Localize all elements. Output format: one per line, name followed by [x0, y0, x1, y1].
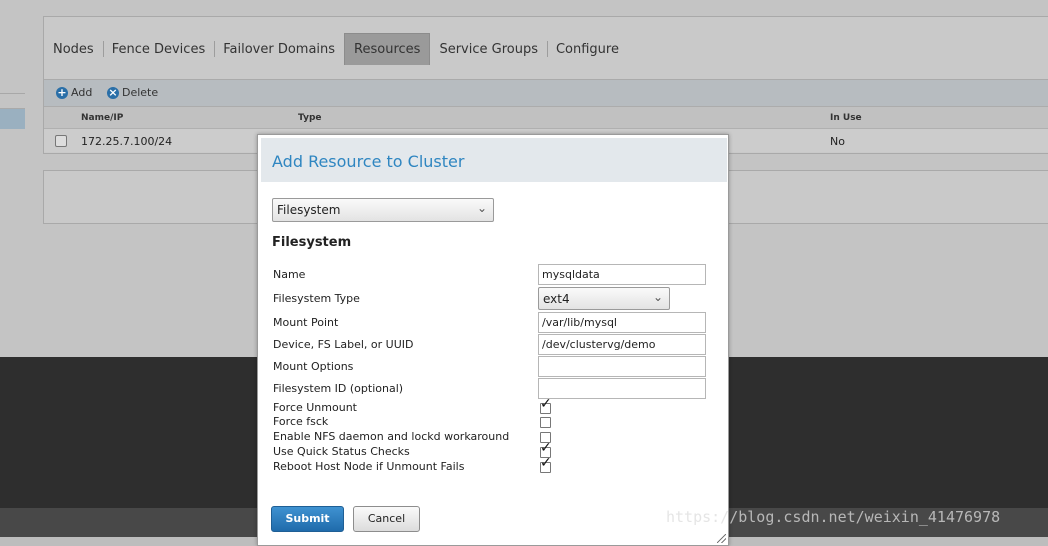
quick-status-label: Use Quick Status Checks — [273, 445, 410, 458]
fs-id-input[interactable] — [538, 378, 706, 399]
force-unmount-label: Force Unmount — [273, 401, 357, 414]
row-checkbox[interactable] — [55, 135, 67, 147]
mount-options-input[interactable] — [538, 356, 706, 377]
add-resource-dialog: Add Resource to Cluster Filesystem ⌄ Fil… — [257, 134, 729, 546]
resource-type-select[interactable]: Filesystem ⌄ — [272, 198, 494, 222]
resource-toolbar: + Add × Delete — [44, 79, 1048, 106]
mount-point-label: Mount Point — [273, 316, 339, 329]
resource-type-value: Filesystem — [277, 203, 341, 217]
tab-service-groups[interactable]: Service Groups — [430, 33, 547, 65]
tab-failover-domains[interactable]: Failover Domains — [214, 33, 344, 65]
tab-bar: Nodes Fence Devices Failover Domains Res… — [44, 33, 628, 65]
table-header: Name/IP Type In Use — [44, 106, 1048, 129]
close-icon: × — [107, 85, 119, 99]
column-header-type[interactable]: Type — [298, 113, 321, 123]
fs-id-label: Filesystem ID (optional) — [273, 382, 404, 395]
force-fsck-checkbox[interactable] — [540, 417, 551, 428]
add-label: Add — [71, 86, 93, 99]
column-header-name[interactable]: Name/IP — [81, 113, 123, 123]
delete-label: Delete — [122, 86, 159, 99]
tab-fence-devices[interactable]: Fence Devices — [102, 33, 215, 65]
watermark: https://blog.csdn.net/weixin_41476978 — [666, 508, 1001, 526]
fs-type-select[interactable]: ext4 ⌄ — [538, 287, 670, 310]
fs-type-value: ext4 — [543, 292, 570, 306]
column-header-in-use[interactable]: In Use — [830, 113, 862, 123]
tab-configure[interactable]: Configure — [546, 33, 628, 65]
mount-point-input[interactable]: /var/lib/mysql — [538, 312, 706, 333]
force-fsck-label: Force fsck — [273, 415, 329, 428]
resize-handle[interactable] — [717, 534, 726, 543]
chevron-down-icon: ⌄ — [476, 201, 487, 215]
row-in-use: No — [830, 135, 845, 148]
checkmark-icon: ✓ — [540, 440, 552, 456]
device-label: Device, FS Label, or UUID — [273, 338, 414, 351]
checkmark-icon: ✓ — [540, 455, 552, 471]
nfs-workaround-label: Enable NFS daemon and lockd workaround — [273, 430, 510, 443]
delete-button[interactable]: × Delete — [107, 86, 158, 99]
name-input[interactable]: mysqldata — [538, 264, 706, 285]
chevron-down-icon: ⌄ — [652, 290, 663, 304]
force-unmount-checkbox[interactable]: ✓ — [540, 397, 552, 414]
device-input[interactable]: /dev/clustervg/demo — [538, 334, 706, 355]
name-label: Name — [273, 268, 306, 281]
submit-button[interactable]: Submit — [271, 506, 344, 532]
dialog-title: Add Resource to Cluster — [272, 152, 465, 171]
left-nav-divider — [0, 93, 25, 94]
reboot-host-label: Reboot Host Node if Unmount Fails — [273, 460, 465, 473]
checkmark-icon: ✓ — [540, 396, 552, 412]
cancel-button[interactable]: Cancel — [353, 506, 420, 532]
tab-nodes[interactable]: Nodes — [44, 33, 103, 65]
dialog-header[interactable]: Add Resource to Cluster — [261, 138, 727, 182]
left-nav-selected-item[interactable] — [0, 108, 25, 129]
reboot-host-checkbox[interactable]: ✓ — [540, 456, 552, 473]
section-title: Filesystem — [272, 235, 352, 250]
row-name: 172.25.7.100/24 — [81, 135, 173, 148]
add-button[interactable]: + Add — [56, 86, 92, 99]
plus-icon: + — [56, 85, 68, 99]
fs-type-label: Filesystem Type — [273, 292, 360, 305]
tab-resources[interactable]: Resources — [344, 33, 431, 65]
mount-options-label: Mount Options — [273, 360, 354, 373]
